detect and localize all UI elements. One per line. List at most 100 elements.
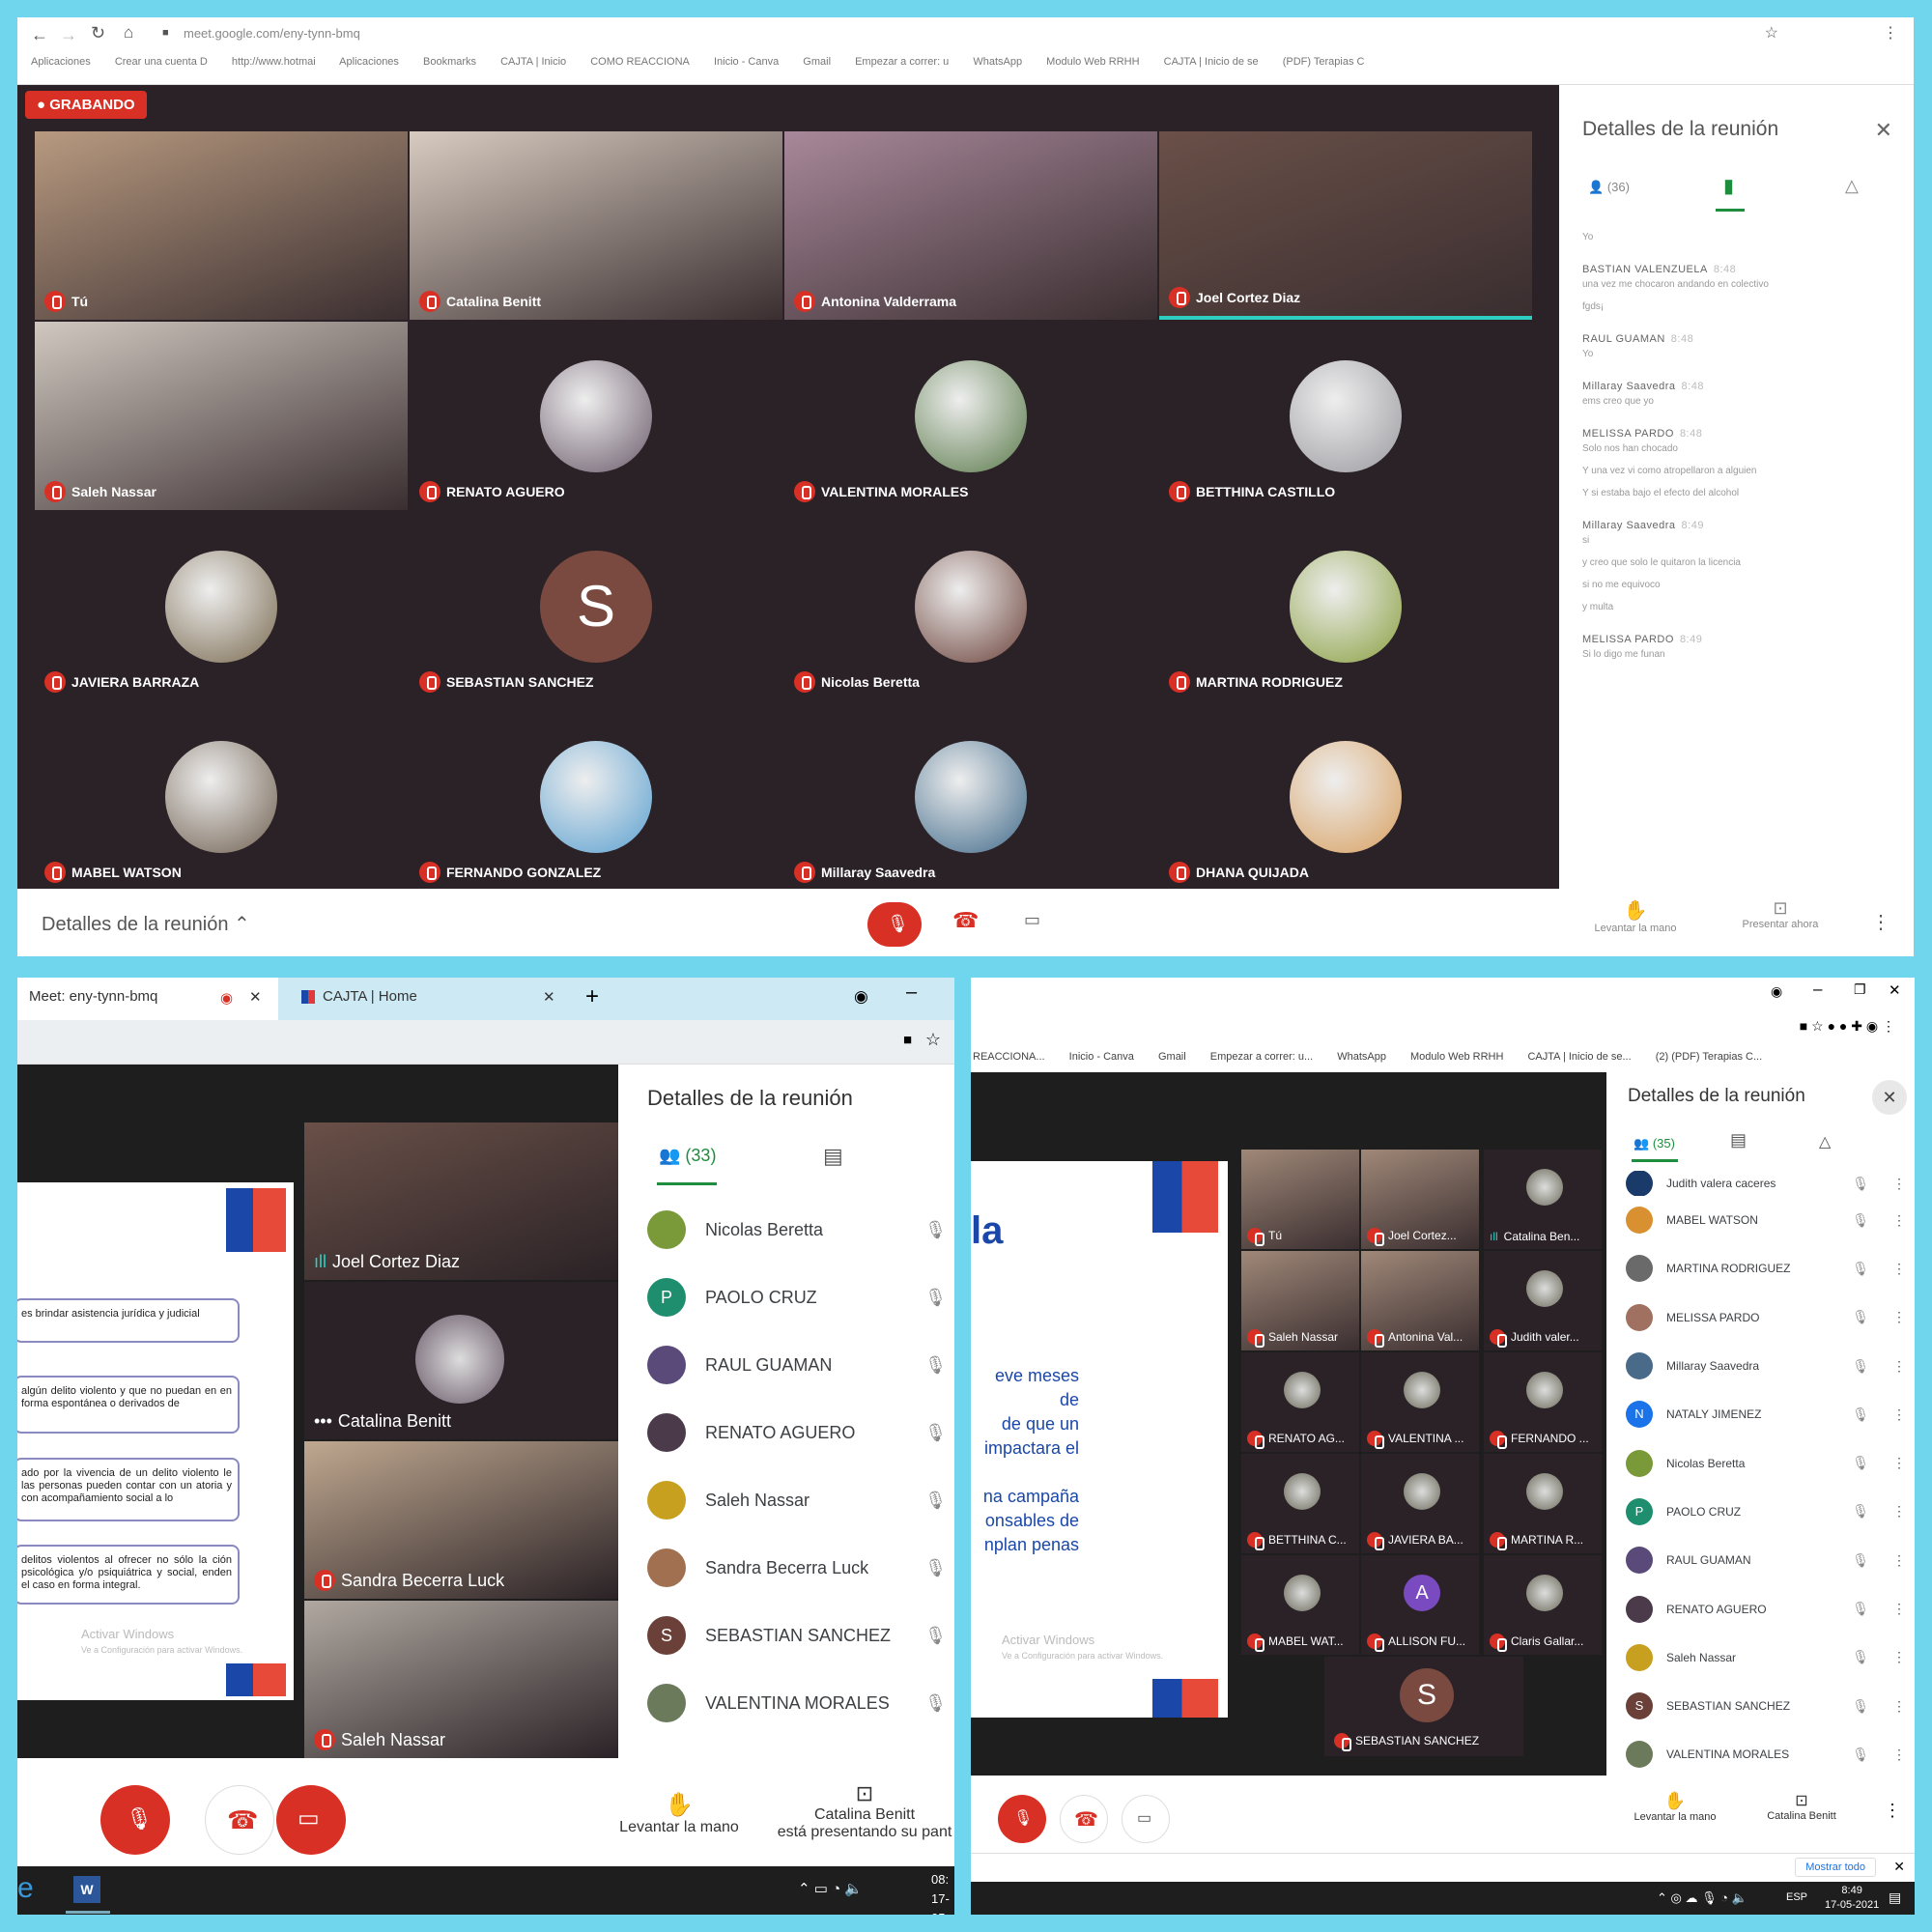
minimize-icon[interactable]: – <box>1813 980 1822 999</box>
mic-off-icon[interactable]: 🎙 <box>924 1693 947 1714</box>
bookmark[interactable]: CAJTA | Inicio de se... <box>1527 1051 1631 1063</box>
bookmark[interactable]: Aplicaciones <box>31 56 91 68</box>
mic-off-icon[interactable]: 🎙 <box>1852 1358 1869 1375</box>
activities-icon[interactable]: △ <box>1845 176 1859 196</box>
participant-tile[interactable]: FERNANDO ... <box>1484 1352 1602 1452</box>
raise-hand-button[interactable]: ✋ Levantar la mano <box>607 1791 752 1836</box>
mic-off-icon[interactable]: 🎙 <box>1852 1455 1869 1471</box>
mic-toggle-button[interactable]: 🎙 <box>867 902 922 947</box>
more-options-icon[interactable]: ⋮ <box>1892 1747 1906 1763</box>
edge-icon[interactable]: e <box>17 1872 34 1905</box>
participant-tile[interactable]: Joel Cortez Diaz <box>1159 131 1532 320</box>
bookmark[interactable]: http://www.hotmai <box>232 56 316 68</box>
people-tab[interactable]: 👤 (36) <box>1588 180 1630 195</box>
profile-icon[interactable]: ◉ <box>1771 983 1782 1000</box>
participant-tile[interactable]: VALENTINA ... <box>1361 1352 1479 1452</box>
more-options-icon[interactable]: ⋮ <box>1892 1503 1906 1520</box>
more-options-icon[interactable]: ⋮ <box>1871 910 1890 934</box>
hang-up-button[interactable]: ☎ <box>205 1785 274 1855</box>
tab-meet[interactable]: Meet: eny-tynn-bmq ◉ ✕ <box>17 978 278 1020</box>
activities-icon[interactable]: △ <box>1819 1132 1831 1151</box>
participant-tile[interactable]: S SEBASTIAN SANCHEZ <box>1324 1657 1523 1756</box>
participant-tile[interactable]: Judith valer... <box>1484 1251 1602 1350</box>
star-icon[interactable]: ☆ <box>925 1030 941 1050</box>
bookmark[interactable]: Empezar a correr: u... <box>1210 1051 1313 1063</box>
participant-row[interactable]: P PAOLO CRUZ 🎙 <box>647 1264 947 1331</box>
participant-tile[interactable]: MARTINA R... <box>1484 1454 1602 1553</box>
tray-icons[interactable]: ⌃ ◎ ☁ 🎙 ◔ 🔈 <box>1657 1890 1747 1906</box>
participant-tile[interactable]: A ALLISON FU... <box>1361 1555 1479 1655</box>
participant-tile[interactable]: Sandra Becerra Luck <box>304 1441 618 1599</box>
more-options-icon[interactable]: ⋮ <box>1892 1358 1906 1375</box>
meeting-details-toggle[interactable]: Detalles de la reunión ⌃ <box>42 912 250 936</box>
chat-icon[interactable]: ▤ <box>1730 1130 1747 1151</box>
participant-tile[interactable]: Saleh Nassar <box>304 1601 618 1758</box>
mic-off-icon[interactable]: 🎙 <box>924 1423 947 1443</box>
language-indicator[interactable]: ESP <box>1786 1891 1807 1903</box>
people-tab[interactable]: 👥 (35) <box>1634 1136 1675 1151</box>
bookmark[interactable]: Empezar a correr: u <box>855 56 949 68</box>
word-icon[interactable]: W <box>73 1876 100 1903</box>
participant-tile[interactable]: MARTINA RODRIGUEZ <box>1159 512 1532 700</box>
more-options-icon[interactable]: ⋮ <box>1892 1261 1906 1277</box>
tab-close-icon[interactable]: ✕ <box>543 988 555 1006</box>
notification-icon[interactable]: ▤ <box>1889 1889 1901 1906</box>
toolbar-icons[interactable]: ■ ☆ ● ● ✚ ◉ ⋮ <box>1800 1018 1895 1035</box>
raise-hand-button[interactable]: ✋ Levantar la mano <box>1622 1791 1728 1823</box>
participant-row[interactable]: Saleh Nassar 🎙 <box>647 1466 947 1534</box>
mic-off-icon[interactable]: 🎙 <box>1852 1309 1869 1325</box>
taskbar-clock[interactable]: 8:49 17-05-2021 <box>1825 1884 1879 1913</box>
participant-row[interactable]: Nicolas Beretta 🎙 ⋮ <box>1626 1438 1912 1487</box>
forward-icon[interactable]: → <box>60 25 77 45</box>
hang-up-icon[interactable]: ☎ <box>952 908 979 933</box>
participant-row[interactable]: S SEBASTIAN SANCHEZ 🎙 <box>647 1602 947 1669</box>
mic-toggle-button[interactable]: 🎙 <box>998 1795 1046 1843</box>
participant-row[interactable]: RAUL GUAMAN 🎙 <box>647 1331 947 1399</box>
camera-icon[interactable]: ▭ <box>1024 910 1040 930</box>
tray-icons[interactable]: ⌃ ▭ ◔ 🔈 <box>798 1880 863 1897</box>
close-icon[interactable]: ✕ <box>1872 1080 1907 1115</box>
reload-icon[interactable]: ↻ <box>91 23 105 43</box>
participant-row[interactable]: MARTINA RODRIGUEZ 🎙 ⋮ <box>1626 1244 1912 1293</box>
participant-row[interactable]: RENATO AGUERO 🎙 <box>647 1399 947 1466</box>
camera-button[interactable]: ▭ <box>1122 1795 1170 1843</box>
participant-row[interactable]: RENATO AGUERO 🎙 ⋮ <box>1626 1584 1912 1633</box>
mic-off-icon[interactable]: 🎙 <box>1852 1698 1869 1715</box>
more-options-icon[interactable]: ⋮ <box>1892 1455 1906 1471</box>
participant-tile[interactable]: DHANA QUIJADA <box>1159 702 1532 891</box>
mic-off-icon[interactable]: 🎙 <box>1852 1503 1869 1520</box>
camera-toggle-button[interactable]: ▭ <box>276 1785 346 1855</box>
mic-off-icon[interactable]: 🎙 <box>924 1355 947 1376</box>
camera-blocked-icon[interactable]: ■ <box>903 1032 912 1048</box>
participant-tile[interactable]: Joel Cortez... <box>1361 1150 1479 1249</box>
minimize-icon[interactable]: – <box>906 981 917 1004</box>
participant-tile[interactable]: ••• Catalina Benitt <box>304 1282 618 1439</box>
more-options-icon[interactable]: ⋮ <box>1892 1309 1906 1325</box>
bookmark[interactable]: CAJTA | Inicio <box>500 56 566 68</box>
bookmark[interactable]: Bookmarks <box>423 56 476 68</box>
more-options-icon[interactable]: ⋮ <box>1892 1176 1906 1192</box>
bookmark[interactable]: (2) (PDF) Terapias C... <box>1656 1051 1762 1063</box>
bookmark[interactable]: CAJTA | Inicio de se <box>1164 56 1259 68</box>
profile-icon[interactable]: ◉ <box>854 987 868 1007</box>
bookmark[interactable]: Aplicaciones <box>339 56 399 68</box>
bookmark[interactable]: WhatsApp <box>1337 1051 1386 1063</box>
mic-toggle-button[interactable]: 🎙 <box>100 1785 170 1855</box>
participant-row[interactable]: VALENTINA MORALES 🎙 <box>647 1669 947 1737</box>
more-options-icon[interactable]: ⋮ <box>1892 1649 1906 1665</box>
participant-row[interactable]: P PAOLO CRUZ 🎙 ⋮ <box>1626 1488 1912 1536</box>
close-icon[interactable]: ✕ <box>1875 118 1892 143</box>
mic-off-icon[interactable]: 🎙 <box>924 1288 947 1308</box>
tab-close-icon[interactable]: ✕ <box>249 988 262 1006</box>
participant-tile[interactable]: JAVIERA BARRAZA <box>35 512 408 700</box>
participant-tile[interactable]: BETTHINA CASTILLO <box>1159 322 1532 510</box>
bookmark[interactable]: Modulo Web RRHH <box>1046 56 1139 68</box>
close-icon[interactable]: ✕ <box>1893 1859 1905 1875</box>
mic-off-icon[interactable]: 🎙 <box>1852 1552 1869 1569</box>
more-options-icon[interactable]: ⋮ <box>1892 1406 1906 1423</box>
chat-icon[interactable]: ▤ <box>823 1144 843 1169</box>
participant-tile[interactable]: MABEL WAT... <box>1241 1555 1359 1655</box>
mic-off-icon[interactable]: 🎙 <box>924 1626 947 1646</box>
mic-off-icon[interactable]: 🎙 <box>1852 1649 1869 1665</box>
bookmark[interactable]: Modulo Web RRHH <box>1410 1051 1503 1063</box>
